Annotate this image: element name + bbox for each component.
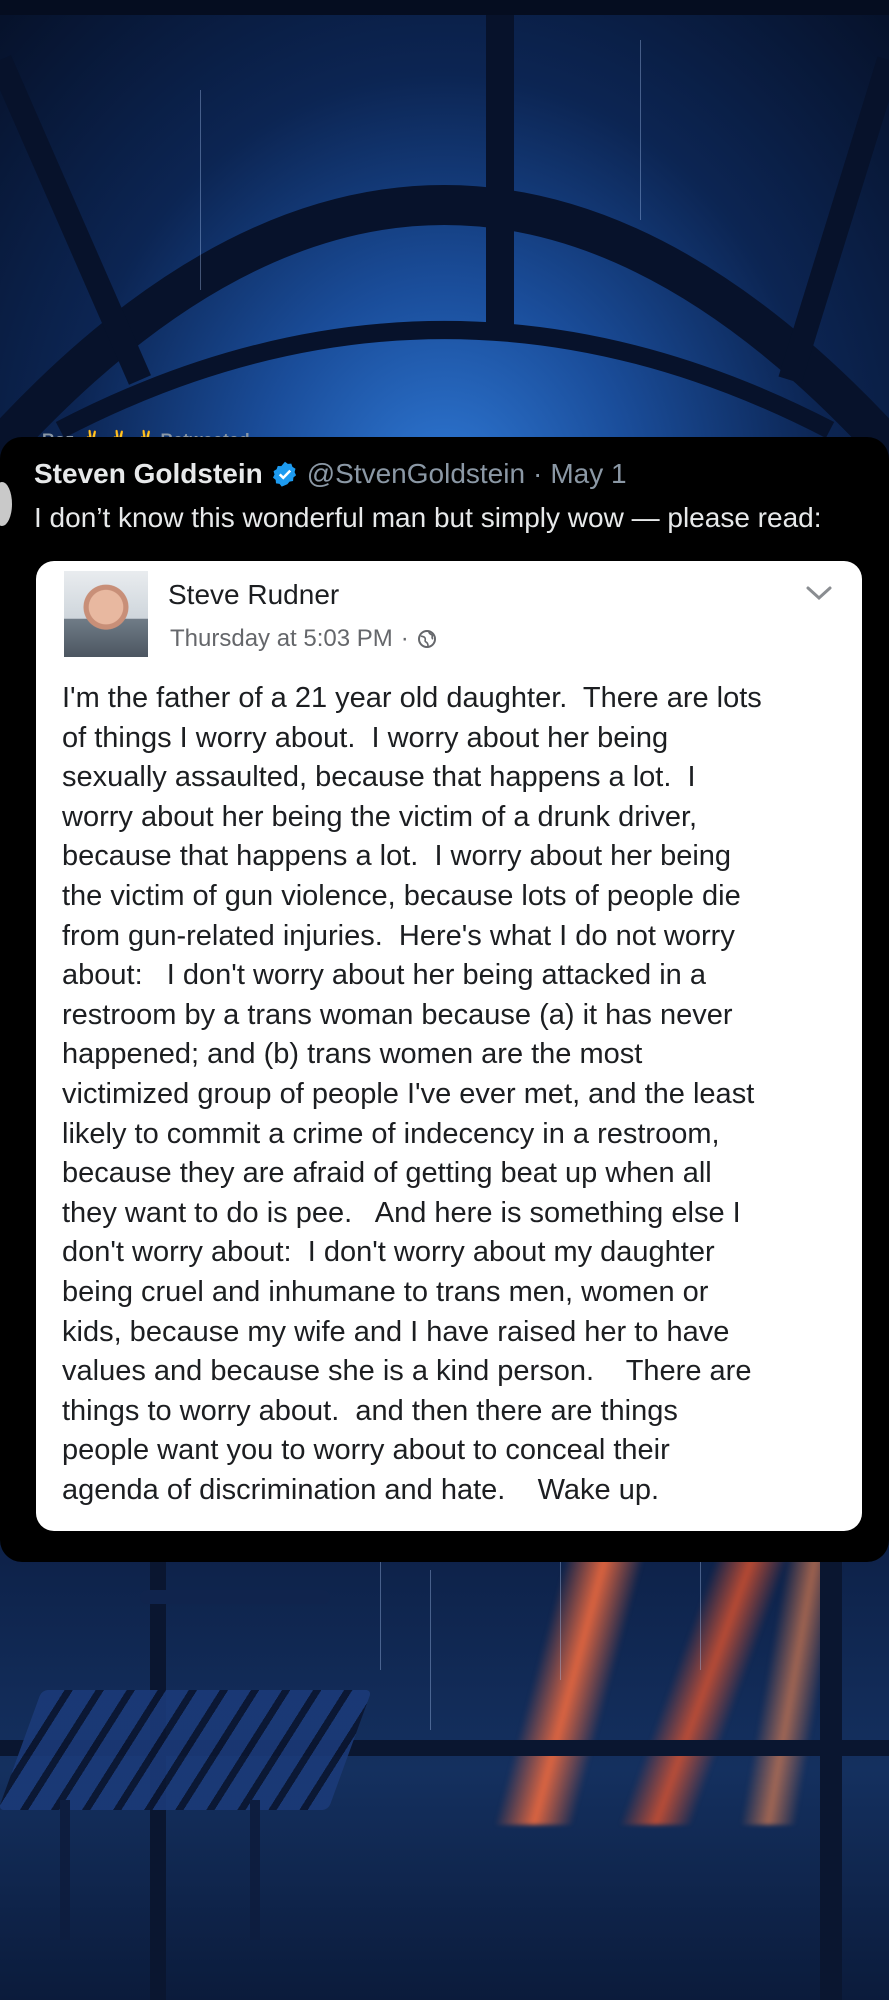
tweet-date[interactable]: May 1 [550, 458, 626, 490]
post-body-line: the victim of gun violence, because lots… [62, 879, 741, 912]
post-body-line: because that happens a lot. I worry abou… [62, 840, 732, 873]
post-body-line: because they are afraid of getting beat … [62, 1157, 712, 1190]
tweet-text: I don’t know this wonderful man but simp… [34, 502, 822, 533]
post-author-avatar [64, 571, 148, 657]
post-body-line: happened; and (b) trans women are the mo… [62, 1038, 643, 1071]
post-meta: Thursday at 5:03 PM · [170, 625, 437, 653]
bench-backrest [140, 1590, 330, 1604]
post-timestamp: Thursday at 5:03 PM [170, 625, 393, 652]
rain-streak [430, 1570, 431, 1730]
bench-leg [60, 1800, 70, 1940]
post-body-line: they want to do is pee. And here is some… [62, 1196, 741, 1229]
post-body-line: likely to commit a crime of indecency in… [62, 1117, 720, 1150]
verified-badge-icon [272, 461, 296, 487]
rain-streak [640, 40, 641, 220]
rain-streak [700, 1560, 701, 1670]
post-body-line: kids, because my wife and I have raised … [62, 1315, 730, 1348]
chevron-down-icon [806, 586, 832, 601]
author-handle[interactable]: @StvenGoldstein [307, 458, 525, 490]
post-body-line: restroom by a trans woman because (a) it… [62, 998, 733, 1031]
author-name[interactable]: Steven Goldstein [34, 458, 263, 490]
shelter-roof-frame [0, 0, 889, 470]
post-body-line: agenda of discrimination and hate. Wake … [62, 1473, 660, 1506]
rain-streak [200, 90, 201, 290]
post-body-line: of things I worry about. I worry about h… [62, 721, 669, 754]
post-body-line: I'm the father of a 21 year old daughter… [62, 682, 762, 714]
post-body-line: worry about her being the victim of a dr… [62, 800, 698, 833]
post-body-line: don't worry about: I don't worry about m… [62, 1236, 715, 1269]
window-frame-post [820, 1540, 842, 2000]
post-body: I'm the father of a 21 year old daughter… [62, 679, 852, 1510]
embedded-image[interactable]: Steve Rudner Thursday at 5:03 PM · I'm t… [36, 561, 862, 1531]
meta-separator: · [400, 625, 409, 652]
bench-seat [0, 1690, 372, 1810]
globe-icon [417, 630, 436, 648]
bench-leg [250, 1800, 260, 1940]
post-body-line: about: I don't worry about her being att… [62, 959, 706, 992]
post-author-name: Steve Rudner [168, 579, 340, 610]
post-body-line: people want you to worry about to concea… [62, 1434, 670, 1467]
post-body-line: being cruel and inhumane to trans men, w… [62, 1275, 709, 1308]
tweet-header: Steven Goldstein @StvenGoldstein · May 1 [34, 458, 627, 490]
post-body-line: sexually assaulted, because that happens… [62, 761, 696, 794]
post-body-line: victimized group of people I've ever met… [62, 1077, 755, 1110]
rain-streak [380, 1550, 381, 1670]
post-body-line: values and because she is a kind person.… [62, 1355, 752, 1388]
shelter-roof-scene [0, 0, 889, 470]
post-body-line: from gun-related injuries. Here's what I… [62, 919, 735, 952]
post-body-line: things to worry about. and then there ar… [62, 1394, 678, 1427]
date-separator: · [533, 458, 543, 489]
